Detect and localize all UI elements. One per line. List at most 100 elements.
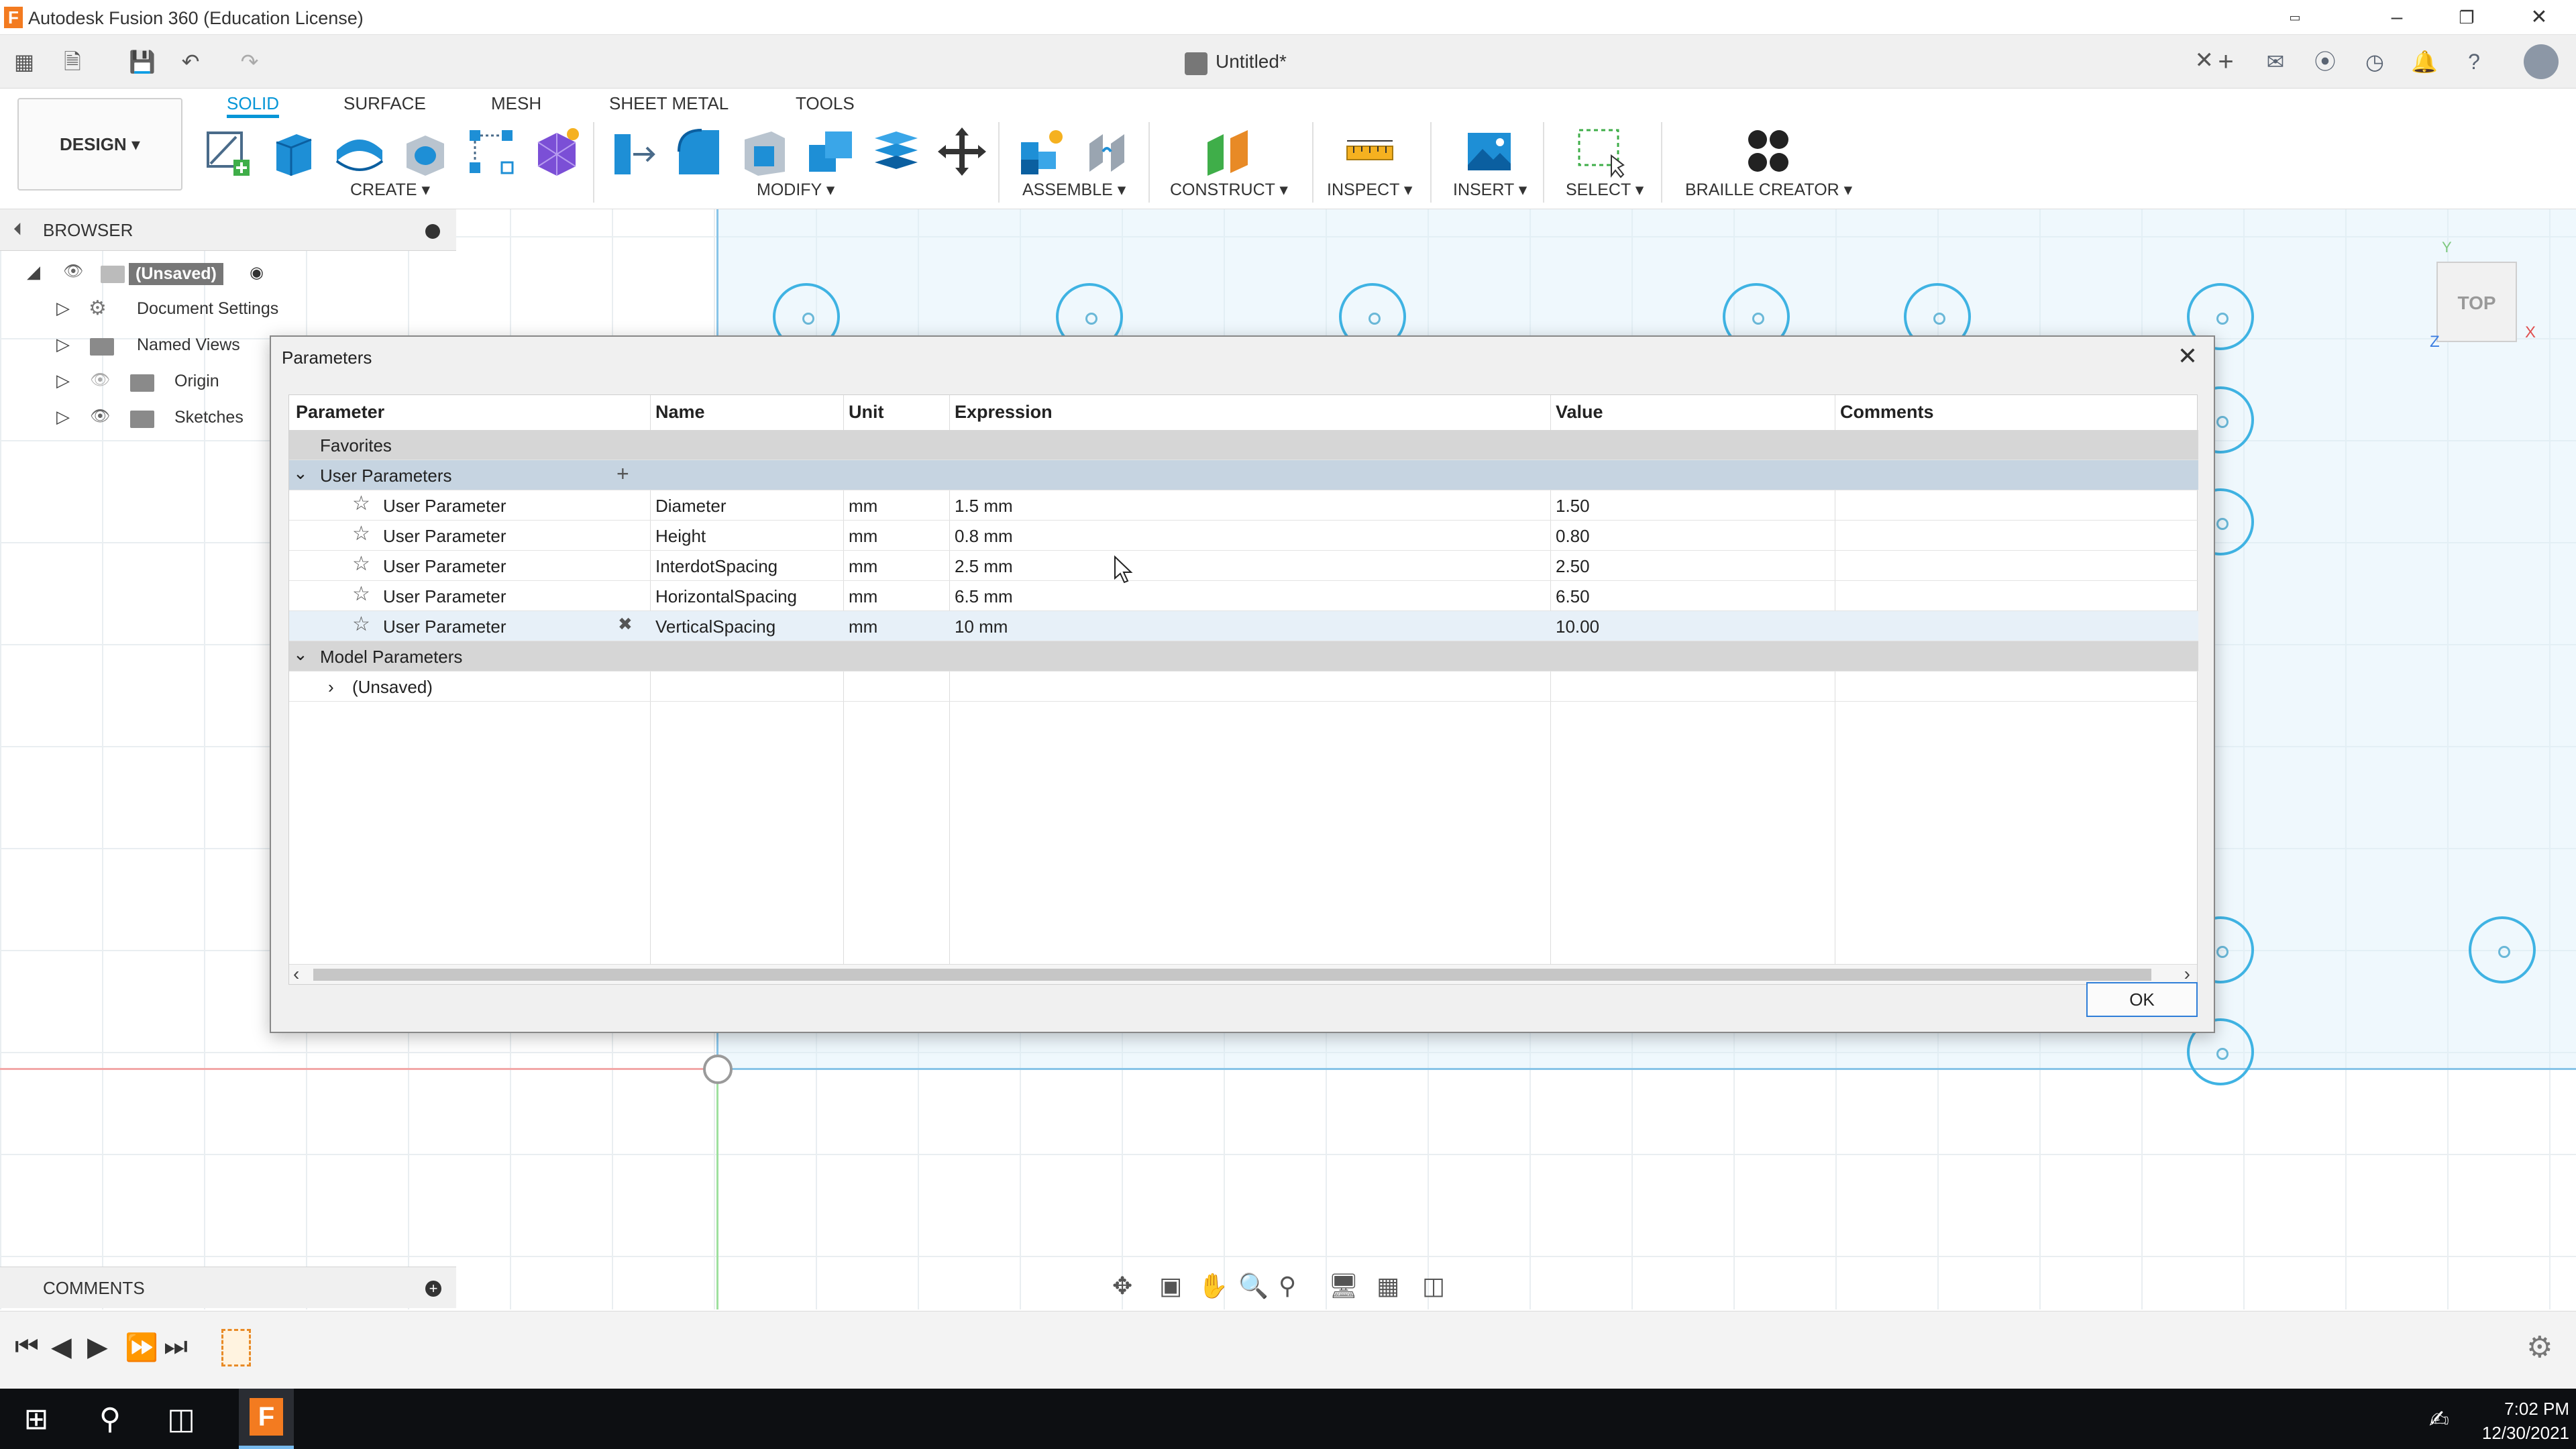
- parameter-unit[interactable]: mm: [849, 586, 877, 607]
- table-row[interactable]: › (Unsaved): [289, 672, 2198, 702]
- dialog-close-icon[interactable]: ✕: [2178, 342, 2198, 370]
- braille-creator-group-label[interactable]: BRAILLE CREATOR ▾: [1685, 180, 1852, 200]
- parameter-expression[interactable]: 2.5 mm: [955, 556, 1013, 577]
- column-header-name[interactable]: Name: [655, 402, 705, 423]
- parameter-unit[interactable]: mm: [849, 496, 877, 517]
- insert-image-icon[interactable]: [1462, 125, 1516, 178]
- favorites-group-row[interactable]: Favorites: [289, 430, 2198, 460]
- column-header-parameter[interactable]: Parameter: [296, 402, 384, 423]
- play-icon[interactable]: ▶: [87, 1332, 108, 1362]
- favorite-star-icon[interactable]: ☆: [352, 612, 370, 636]
- zoom-icon[interactable]: 🔍: [1238, 1272, 1269, 1300]
- construct-group-label[interactable]: CONSTRUCT ▾: [1170, 180, 1288, 200]
- parameter-unit[interactable]: mm: [849, 616, 877, 637]
- revolve-icon[interactable]: [333, 125, 386, 178]
- collapse-panel-icon[interactable]: ⏴: [13, 219, 22, 240]
- create-group-label[interactable]: CREATE ▾: [350, 180, 430, 200]
- column-header-comments[interactable]: Comments: [1840, 402, 1934, 423]
- assemble-group-label[interactable]: ASSEMBLE ▾: [1022, 180, 1126, 200]
- bell-icon[interactable]: 🔔: [2410, 47, 2439, 76]
- favorite-star-icon[interactable]: ☆: [352, 492, 370, 515]
- insert-group-label[interactable]: INSERT ▾: [1453, 180, 1527, 200]
- restore-small-icon[interactable]: ▭: [2265, 3, 2325, 32]
- task-view-icon[interactable]: ◫: [160, 1398, 203, 1441]
- parameter-name[interactable]: Height: [655, 526, 706, 547]
- go-to-end-icon[interactable]: ⏭: [164, 1332, 188, 1362]
- measure-icon[interactable]: [1343, 125, 1397, 178]
- tab-surface[interactable]: SURFACE: [343, 89, 426, 118]
- delete-parameter-icon[interactable]: ✖: [618, 614, 633, 635]
- braille-creator-icon[interactable]: [1741, 125, 1795, 178]
- user-avatar[interactable]: [2524, 44, 2559, 79]
- parameter-expression[interactable]: 10 mm: [955, 616, 1008, 637]
- hidden-eye-icon[interactable]: 👁: [90, 370, 110, 390]
- favorite-star-icon[interactable]: ☆: [352, 582, 370, 606]
- pen-tray-icon[interactable]: ✍: [2418, 1398, 2461, 1441]
- orbit-icon[interactable]: ✥: [1112, 1272, 1132, 1300]
- column-header-value[interactable]: Value: [1556, 402, 1603, 423]
- go-to-start-icon[interactable]: ⏮: [15, 1332, 39, 1362]
- visibility-eye-icon[interactable]: 👁: [90, 407, 110, 426]
- parameter-unit[interactable]: mm: [849, 526, 877, 547]
- horizontal-scrollbar[interactable]: ‹ ›: [289, 963, 2197, 984]
- step-back-icon[interactable]: ◀: [51, 1332, 72, 1362]
- table-row[interactable]: ☆ User Parameter HorizontalSpacing mm 6.…: [289, 581, 2198, 611]
- visibility-eye-icon[interactable]: 👁: [63, 262, 83, 281]
- tab-tools[interactable]: TOOLS: [796, 89, 855, 118]
- rectangular-pattern-icon[interactable]: [464, 125, 518, 178]
- split-body-icon[interactable]: [869, 125, 923, 178]
- parameter-unit[interactable]: mm: [849, 556, 877, 577]
- close-window-button[interactable]: ✕: [2509, 3, 2569, 32]
- pan-hand-icon[interactable]: ✋: [1198, 1272, 1228, 1300]
- favorite-star-icon[interactable]: ☆: [352, 552, 370, 576]
- add-user-parameter-icon[interactable]: +: [616, 462, 629, 486]
- timeline-settings-gear-icon[interactable]: ⚙: [2526, 1330, 2553, 1364]
- document-tab[interactable]: Untitled* ✕: [1167, 42, 2214, 83]
- extensions-icon[interactable]: ⦿: [2310, 47, 2340, 76]
- data-panel-grid-icon[interactable]: ▦: [9, 47, 39, 76]
- new-tab-plus-icon[interactable]: +: [2211, 47, 2241, 76]
- shell-icon[interactable]: [738, 125, 792, 178]
- parameter-name[interactable]: HorizontalSpacing: [655, 586, 797, 607]
- model-parameters-group-row[interactable]: ⌄ Model Parameters: [289, 641, 2198, 672]
- table-row[interactable]: ☆ User Parameter Diameter mm 1.5 mm 1.50: [289, 490, 2198, 521]
- parameter-expression[interactable]: 6.5 mm: [955, 586, 1013, 607]
- table-row-selected[interactable]: ☆ User Parameter ✖ VerticalSpacing mm 10…: [289, 611, 2198, 641]
- chevron-down-icon[interactable]: ⌄: [293, 644, 308, 665]
- create-form-icon[interactable]: [530, 125, 584, 178]
- new-component-icon[interactable]: [1014, 125, 1068, 178]
- create-sketch-icon[interactable]: [201, 125, 255, 178]
- save-icon[interactable]: 💾: [127, 47, 157, 76]
- favorite-star-icon[interactable]: ☆: [352, 522, 370, 545]
- origin-point[interactable]: [703, 1055, 733, 1084]
- column-header-expression[interactable]: Expression: [955, 402, 1053, 423]
- tab-mesh[interactable]: MESH: [491, 89, 541, 118]
- display-settings-icon[interactable]: 🖥: [1328, 1272, 1359, 1300]
- windows-start-icon[interactable]: ⊞: [15, 1398, 58, 1441]
- redo-icon[interactable]: ↷: [235, 47, 264, 76]
- activate-radio-icon[interactable]: ◉: [250, 263, 264, 282]
- parameter-expression[interactable]: 0.8 mm: [955, 526, 1013, 547]
- extrude-icon[interactable]: [267, 125, 321, 178]
- maximize-button[interactable]: ❐: [2436, 3, 2497, 32]
- press-pull-icon[interactable]: [606, 125, 660, 178]
- workspace-switcher-button[interactable]: DESIGN ▾: [17, 98, 182, 191]
- combine-icon[interactable]: [804, 125, 857, 178]
- file-menu-icon[interactable]: 🗎: [58, 47, 87, 76]
- inspect-group-label[interactable]: INSPECT ▾: [1327, 180, 1412, 200]
- search-icon[interactable]: ⚲: [89, 1398, 131, 1441]
- chevron-down-icon[interactable]: ⌄: [293, 463, 308, 484]
- modify-group-label[interactable]: MODIFY ▾: [757, 180, 835, 200]
- browser-item-document-settings[interactable]: ▷ ⚙ Document Settings: [56, 292, 459, 326]
- triangle-expand-icon[interactable]: ◢: [27, 262, 40, 282]
- taskbar-clock[interactable]: 7:02 PM 12/30/2021: [2469, 1397, 2569, 1445]
- viewports-icon[interactable]: ◫: [1422, 1272, 1445, 1300]
- tab-sheet-metal[interactable]: SHEET METAL: [609, 89, 729, 118]
- expand-arrow-icon[interactable]: ▷: [56, 407, 70, 427]
- notifications-chat-icon[interactable]: ✉: [2261, 47, 2290, 76]
- viewcube[interactable]: TOP: [2436, 262, 2517, 342]
- fillet-icon[interactable]: [672, 125, 726, 178]
- expand-arrow-icon[interactable]: ▷: [56, 334, 70, 355]
- user-parameters-group-row[interactable]: ⌄ User Parameters +: [289, 460, 2198, 490]
- job-status-icon[interactable]: ◷: [2360, 47, 2390, 76]
